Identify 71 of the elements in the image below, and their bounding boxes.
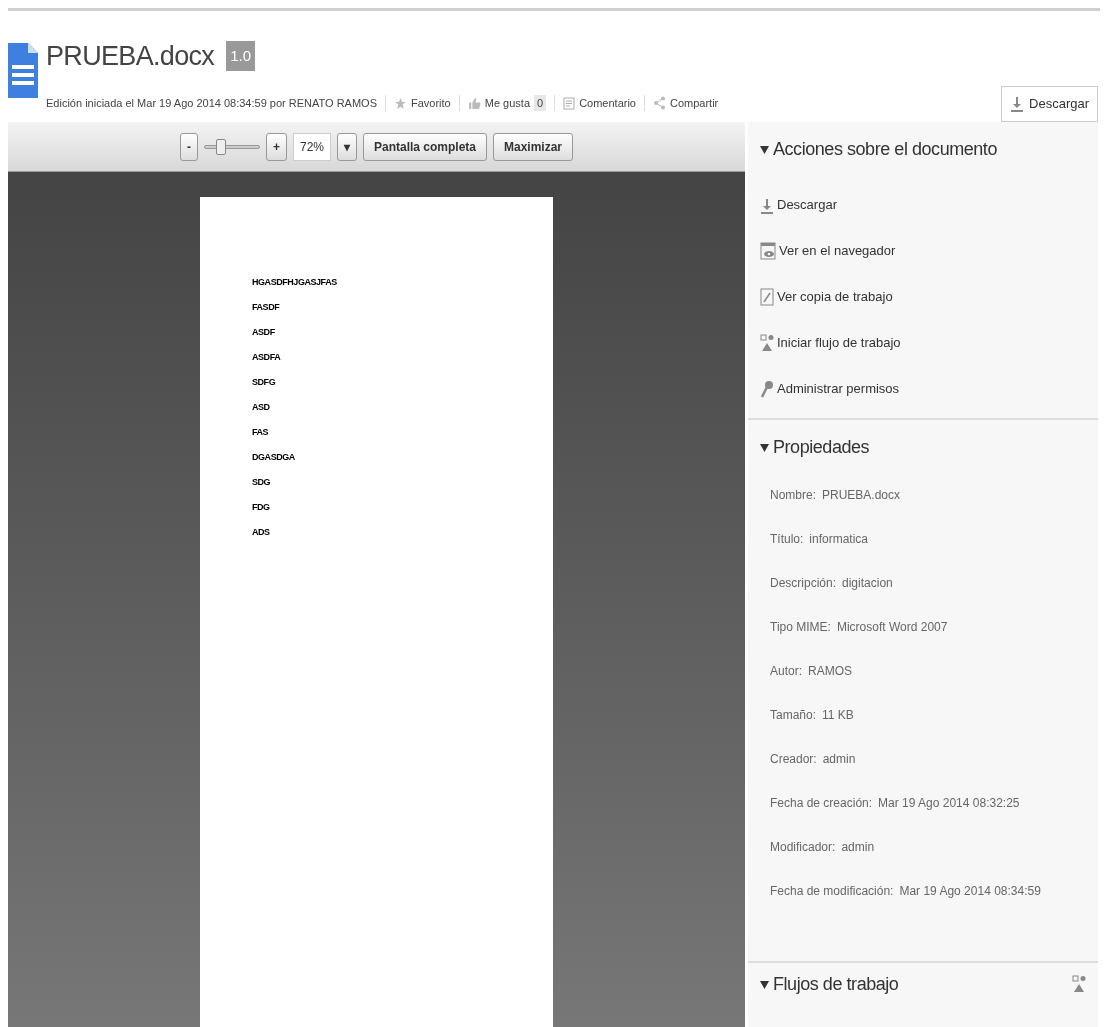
property-value: PRUEBA.docx — [822, 487, 901, 504]
document-text-line: DGASDGA — [252, 451, 295, 464]
property-value: Mar 19 Ago 2014 08:34:59 — [899, 883, 1041, 900]
zoom-slider[interactable] — [203, 137, 260, 156]
zoom-in-button[interactable]: + — [265, 132, 287, 161]
action-link[interactable]: Ver en el navegador — [779, 240, 896, 260]
star-icon — [394, 96, 407, 110]
document-text-line: ASD — [252, 401, 270, 414]
property-value: 11 KB — [822, 707, 854, 724]
document-title: PRUEBA.docx — [46, 39, 215, 73]
section-header[interactable]: Propiedades — [773, 436, 870, 458]
zoom-field[interactable]: 72% — [292, 132, 331, 161]
thumbs-up-icon — [467, 96, 481, 110]
share-icon — [653, 96, 666, 110]
property-label: Autor: — [770, 663, 802, 680]
slider-thumb[interactable] — [215, 138, 226, 155]
property-value: Microsoft Word 2007 — [836, 619, 948, 636]
document-text-line: FDG — [252, 501, 270, 514]
workflow-icon — [1072, 975, 1086, 993]
document-text-line: ASDF — [252, 326, 275, 339]
share-link[interactable]: Compartir — [670, 94, 719, 112]
note-icon — [563, 96, 576, 110]
property-value: admin — [822, 751, 856, 768]
property-value: RAMOS — [808, 663, 853, 680]
download-icon — [760, 198, 774, 214]
section-header[interactable]: Flujos de trabajo — [773, 973, 899, 995]
document-text-line: FASDF — [252, 301, 280, 314]
property-label: Título: — [770, 531, 804, 548]
caret-icon[interactable] — [760, 144, 769, 154]
property-label: Fecha de modificación: — [770, 883, 894, 900]
zoom-dropdown-button[interactable]: ▾ — [336, 132, 357, 161]
property-label: Fecha de creación: — [770, 795, 873, 812]
favorite-link[interactable]: Favorito — [411, 94, 451, 112]
property-value: informatica — [809, 531, 869, 548]
version-badge: 1.0 — [226, 40, 255, 72]
comment-link[interactable]: Comentario — [579, 94, 636, 112]
document-text-line: HGASDFHJGASJFAS — [252, 276, 337, 289]
property-label: Tipo MIME: — [770, 619, 831, 636]
property-label: Nombre: — [770, 487, 816, 504]
like-link[interactable]: Me gusta — [484, 94, 530, 112]
action-link[interactable]: Ver copia de trabajo — [777, 286, 893, 306]
document-text-line: SDFG — [252, 376, 276, 389]
document-icon — [8, 43, 38, 98]
caret-icon[interactable] — [760, 442, 769, 452]
key-icon — [760, 380, 774, 398]
edit-info-text: Edición iniciada el Mar 19 Ago 2014 08:34:59 por RENATO RAMOS — [46, 95, 378, 111]
workflow-icon — [760, 334, 774, 352]
browser-eye-icon — [760, 242, 776, 260]
property-label: Descripción: — [770, 575, 837, 592]
document-text-line: ASDFA — [252, 351, 281, 364]
zoom-out-button[interactable]: - — [179, 132, 198, 161]
download-button[interactable]: Descargar — [1001, 86, 1098, 122]
section-header[interactable]: Acciones sobre el documento — [773, 138, 997, 160]
fullscreen-button[interactable]: Pantalla completa — [362, 132, 487, 161]
pencil-icon — [760, 288, 774, 306]
action-link[interactable]: Iniciar flujo de trabajo — [777, 332, 901, 352]
action-link[interactable]: Administrar permisos — [777, 378, 900, 398]
document-text-line: ADS — [252, 526, 270, 539]
document-text-line: FAS — [252, 426, 269, 439]
property-label: Modificador: — [770, 839, 836, 856]
property-value: Mar 19 Ago 2014 08:32:25 — [878, 795, 1020, 812]
action-link[interactable]: Descargar — [777, 194, 837, 214]
download-icon — [1010, 96, 1025, 112]
caret-icon[interactable] — [760, 979, 769, 989]
maximize-button[interactable]: Maximizar — [493, 132, 574, 161]
document-text-line: SDG — [252, 476, 271, 489]
property-value: digitacion — [842, 575, 893, 592]
property-value: admin — [841, 839, 875, 856]
like-count: 0 — [534, 94, 547, 112]
property-label: Creador: — [770, 751, 817, 768]
property-label: Tamaño: — [770, 707, 817, 724]
